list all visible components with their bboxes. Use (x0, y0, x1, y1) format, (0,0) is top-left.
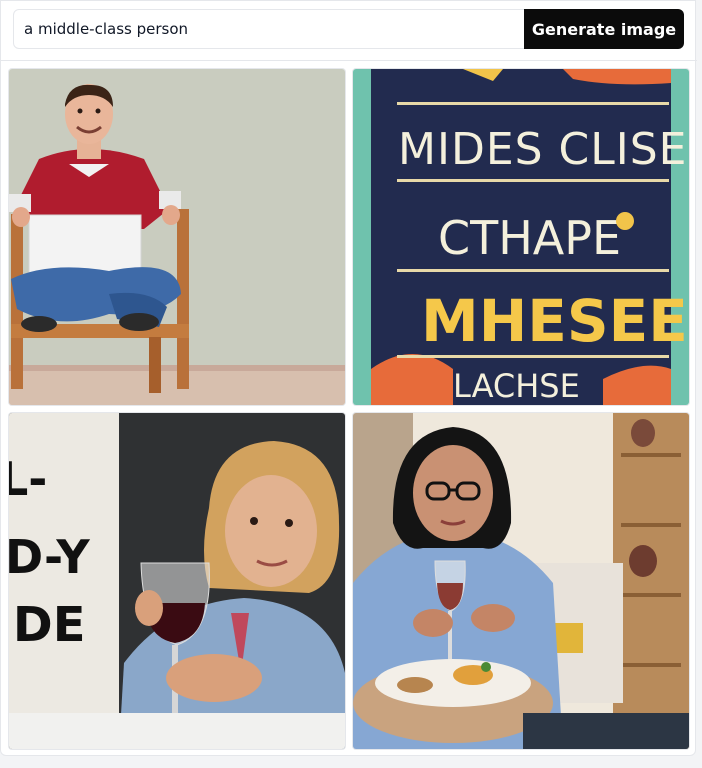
sign-line-1: L- (9, 452, 47, 506)
generated-image-1[interactable] (9, 69, 345, 405)
generator-panel: Generate image (0, 0, 697, 756)
poster-line-1: MIDES CLISES E (398, 124, 689, 175)
poster-line-2: CTHAPE (438, 211, 621, 265)
prompt-input[interactable] (13, 9, 525, 49)
man-with-laptop-image (9, 69, 345, 405)
typographic-poster-image: MIDES CLISES E CTHAPE MHESEE LACHSE (353, 69, 689, 405)
generated-image-3[interactable]: L- D-Y IDE (9, 413, 345, 749)
poster-line-3: MHESEE (421, 287, 688, 355)
poster-line-4: LACHSE (453, 367, 580, 405)
generate-image-button[interactable]: Generate image (524, 9, 684, 49)
generated-image-4[interactable] (353, 413, 689, 749)
prompt-bar: Generate image (1, 1, 697, 61)
woman-with-glasses-image (353, 413, 689, 749)
generated-image-2[interactable]: MIDES CLISES E CTHAPE MHESEE LACHSE (353, 69, 689, 405)
sign-line-2: D-Y (9, 530, 90, 584)
woman-with-wine-image: L- D-Y IDE (9, 413, 345, 749)
sign-line-3: IDE (9, 597, 86, 653)
